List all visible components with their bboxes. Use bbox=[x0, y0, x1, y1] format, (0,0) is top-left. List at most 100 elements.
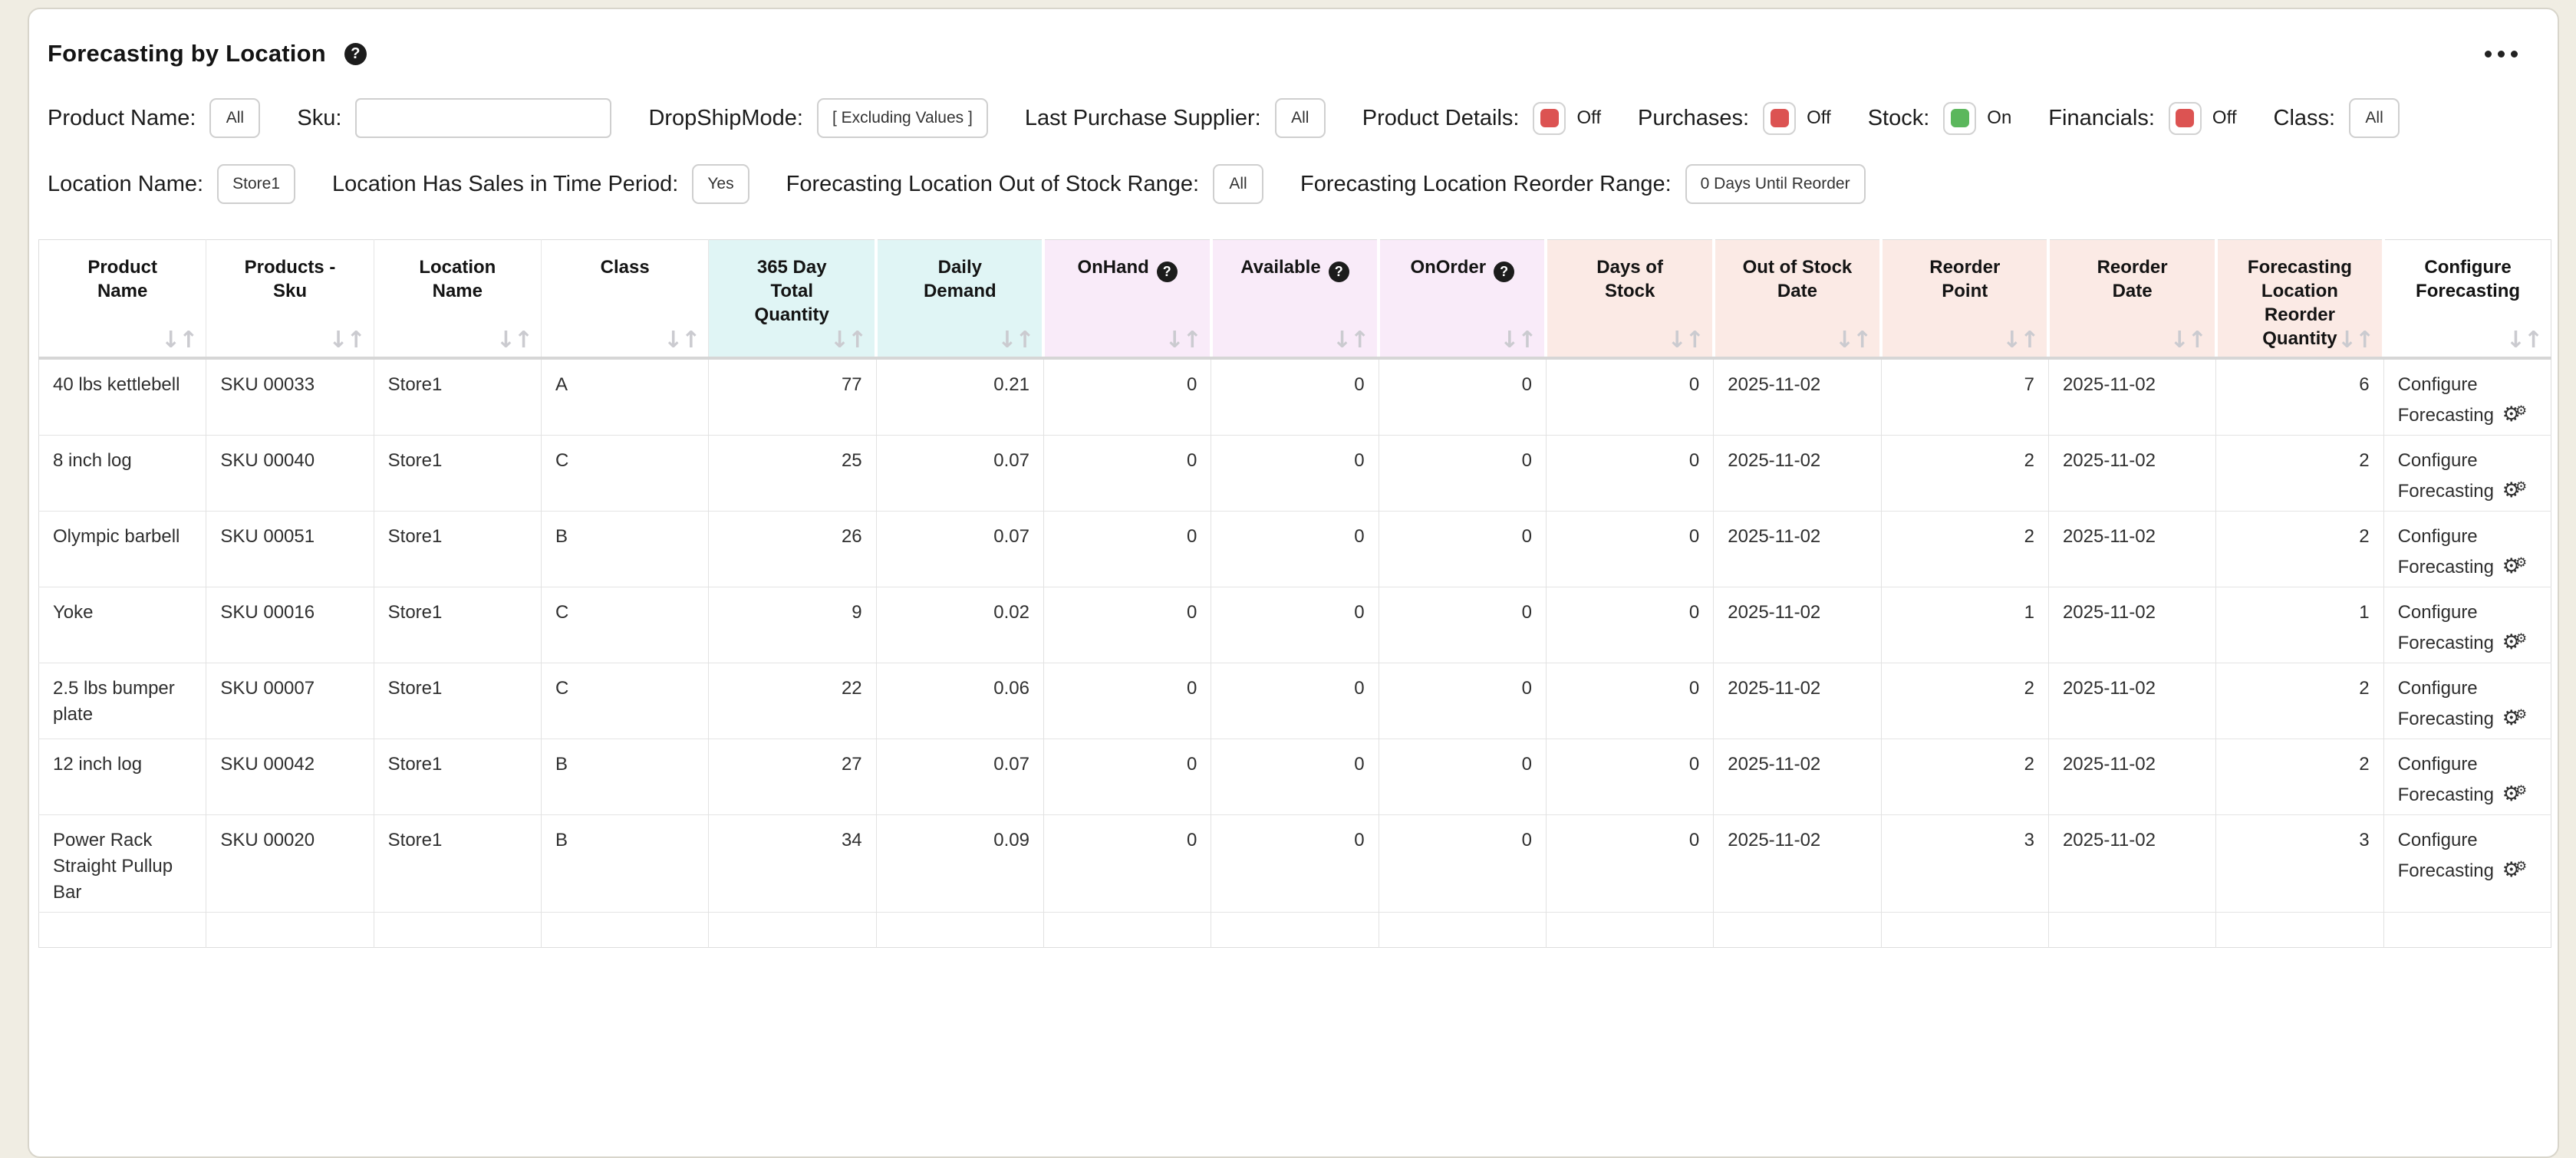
sort-icon[interactable]: ↓↑ bbox=[328, 328, 364, 352]
column-header-onhand[interactable]: OnHand? ↓↑ bbox=[1043, 240, 1211, 359]
sort-icon[interactable]: ↓↑ bbox=[2506, 328, 2541, 352]
filter-product-name: Product Name:All bbox=[48, 98, 260, 138]
configure-forecasting-label: Configure Forecasting bbox=[2398, 450, 2494, 502]
sort-icon[interactable]: ↓↑ bbox=[161, 328, 196, 352]
cell-available: 0 bbox=[1211, 663, 1379, 739]
sort-icon[interactable]: ↓↑ bbox=[664, 328, 699, 352]
filter-label: Location Has Sales in Time Period: bbox=[332, 172, 678, 197]
column-title: Product Name bbox=[87, 257, 157, 301]
sort-icon[interactable]: ↓↑ bbox=[1500, 328, 1535, 352]
cell-onorder bbox=[1379, 913, 1546, 948]
filter-location-name-button[interactable]: Store1 bbox=[217, 164, 295, 204]
toggle-purchases[interactable] bbox=[1763, 102, 1796, 135]
sort-icon[interactable]: ↓↑ bbox=[2002, 328, 2037, 352]
cell-available: 0 bbox=[1211, 512, 1379, 587]
sort-icon[interactable]: ↓↑ bbox=[1332, 328, 1368, 352]
cell-reorder-date: 2025-11-02 bbox=[2048, 512, 2215, 587]
configure-forecasting-link[interactable]: Configure Forecasting ⚙⚙ bbox=[2398, 678, 2528, 729]
filter-sku-input[interactable] bbox=[355, 98, 611, 138]
more-options-button[interactable] bbox=[2480, 46, 2522, 62]
cell-forecasting-location-reorder-quantity: 2 bbox=[2216, 739, 2383, 815]
column-header-days-of-stock[interactable]: Days of Stock↓↑ bbox=[1546, 240, 1713, 359]
cell-available: 0 bbox=[1211, 739, 1379, 815]
filter-label: Forecasting Location Reorder Range: bbox=[1300, 172, 1672, 197]
filter-last-purchase-supplier-button[interactable]: All bbox=[1275, 98, 1326, 138]
column-header-forecasting-location-reorder-quantity[interactable]: Forecasting Location Reorder Quantity↓↑ bbox=[2216, 240, 2383, 359]
cell-days-of-stock: 0 bbox=[1546, 587, 1713, 663]
column-header-configure-forecasting[interactable]: Configure Forecasting↓↑ bbox=[2383, 240, 2551, 359]
configure-forecasting-label: Configure Forecasting bbox=[2398, 374, 2494, 426]
cell-onorder: 0 bbox=[1379, 587, 1546, 663]
cell-daily-demand: 0.21 bbox=[876, 358, 1043, 436]
filter-label: Last Purchase Supplier: bbox=[1025, 106, 1261, 131]
column-title: 365 Day Total Quantity bbox=[755, 257, 829, 325]
filter-forecasting-location-reorder-range-button[interactable]: 0 Days Until Reorder bbox=[1685, 164, 1866, 204]
help-icon[interactable]: ? bbox=[1157, 262, 1178, 282]
cell-days-of-stock bbox=[1546, 913, 1713, 948]
column-header-reorder-date[interactable]: Reorder Date↓↑ bbox=[2048, 240, 2215, 359]
column-header-reorder-point[interactable]: Reorder Point↓↑ bbox=[1881, 240, 2048, 359]
cell-daily-demand: 0.07 bbox=[876, 512, 1043, 587]
toggle-stock[interactable] bbox=[1943, 102, 1976, 135]
help-icon[interactable]: ? bbox=[344, 43, 367, 65]
cell-reorder-point: 2 bbox=[1881, 739, 2048, 815]
configure-forecasting-label: Configure Forecasting bbox=[2398, 602, 2494, 653]
toggle-financials[interactable] bbox=[2169, 102, 2202, 135]
filter-location-has-sales-in-time-period-button[interactable]: Yes bbox=[692, 164, 749, 204]
cell-available: 0 bbox=[1211, 587, 1379, 663]
column-header-location-name[interactable]: Location Name ↓↑ bbox=[374, 240, 541, 359]
cell-reorder-date: 2025-11-02 bbox=[2048, 436, 2215, 512]
column-header-available[interactable]: Available?↓↑ bbox=[1211, 240, 1379, 359]
sort-icon[interactable]: ↓↑ bbox=[830, 328, 865, 352]
cell-products-sku bbox=[206, 913, 374, 948]
filter-forecasting-location-out-of-stock-range: Forecasting Location Out of Stock Range:… bbox=[786, 164, 1263, 204]
column-header-365-day-total-quantity[interactable]: 365 Day Total Quantity↓↑ bbox=[709, 240, 876, 359]
configure-forecasting-link[interactable]: Configure Forecasting ⚙⚙ bbox=[2398, 830, 2528, 881]
column-header-onorder[interactable]: OnOrder?↓↑ bbox=[1379, 240, 1546, 359]
cell-configure-forecasting: Configure Forecasting ⚙⚙ bbox=[2383, 358, 2551, 436]
configure-forecasting-link[interactable]: Configure Forecasting ⚙⚙ bbox=[2398, 526, 2528, 577]
sort-icon[interactable]: ↓↑ bbox=[1165, 328, 1201, 352]
cell-out-of-stock-date: 2025-11-02 bbox=[1714, 436, 1881, 512]
sort-icon[interactable]: ↓↑ bbox=[997, 328, 1033, 352]
filter-product-name-button[interactable]: All bbox=[209, 98, 260, 138]
filter-dropshipmode-button[interactable]: [ Excluding Values ] bbox=[817, 98, 988, 138]
configure-forecasting-link[interactable]: Configure Forecasting ⚙⚙ bbox=[2398, 754, 2528, 805]
cell-365-day-total-quantity: 25 bbox=[709, 436, 876, 512]
sort-icon[interactable]: ↓↑ bbox=[496, 328, 532, 352]
column-header-out-of-stock-date[interactable]: Out of Stock Date↓↑ bbox=[1714, 240, 1881, 359]
toggle-product-details[interactable] bbox=[1533, 102, 1566, 135]
configure-forecasting-link[interactable]: Configure Forecasting ⚙⚙ bbox=[2398, 374, 2528, 426]
cell-365-day-total-quantity: 22 bbox=[709, 663, 876, 739]
filter-label: Purchases: bbox=[1638, 106, 1749, 131]
cell-product-name: 40 lbs kettlebell bbox=[39, 358, 206, 436]
cell-reorder-point: 2 bbox=[1881, 512, 2048, 587]
cell-product-name: Yoke bbox=[39, 587, 206, 663]
filter-sku: Sku: bbox=[297, 98, 611, 138]
toggle-indicator bbox=[1540, 109, 1559, 127]
sort-icon[interactable]: ↓↑ bbox=[2169, 328, 2205, 352]
cell-forecasting-location-reorder-quantity: 6 bbox=[2216, 358, 2383, 436]
configure-forecasting-link[interactable]: Configure Forecasting ⚙⚙ bbox=[2398, 450, 2528, 502]
cell-class: B bbox=[541, 815, 708, 913]
ellipsis-dot bbox=[2498, 51, 2505, 58]
configure-forecasting-link[interactable]: Configure Forecasting ⚙⚙ bbox=[2398, 602, 2528, 653]
help-icon[interactable]: ? bbox=[1494, 262, 1514, 282]
column-title: OnHand bbox=[1077, 257, 1148, 278]
column-header-product-name[interactable]: Product Name ↓↑ bbox=[39, 240, 206, 359]
sort-icon[interactable]: ↓↑ bbox=[2337, 328, 2373, 352]
cell-configure-forecasting: Configure Forecasting ⚙⚙ bbox=[2383, 436, 2551, 512]
column-header-class[interactable]: Class↓↑ bbox=[541, 240, 708, 359]
column-title: Location Name bbox=[419, 257, 496, 301]
sort-icon[interactable]: ↓↑ bbox=[1835, 328, 1870, 352]
cell-reorder-point: 2 bbox=[1881, 436, 2048, 512]
column-header-products-sku[interactable]: Products - Sku↓↑ bbox=[206, 240, 374, 359]
filter-class-button[interactable]: All bbox=[2349, 98, 2400, 138]
filter-forecasting-location-out-of-stock-range-button[interactable]: All bbox=[1213, 164, 1263, 204]
cell-class: C bbox=[541, 436, 708, 512]
help-icon[interactable]: ? bbox=[1329, 262, 1349, 282]
cell-forecasting-location-reorder-quantity: 2 bbox=[2216, 663, 2383, 739]
column-header-daily-demand[interactable]: Daily Demand↓↑ bbox=[876, 240, 1043, 359]
table-header-row: Product Name↓↑Products - Sku↓↑Location N… bbox=[39, 240, 2551, 359]
sort-icon[interactable]: ↓↑ bbox=[1668, 328, 1703, 352]
